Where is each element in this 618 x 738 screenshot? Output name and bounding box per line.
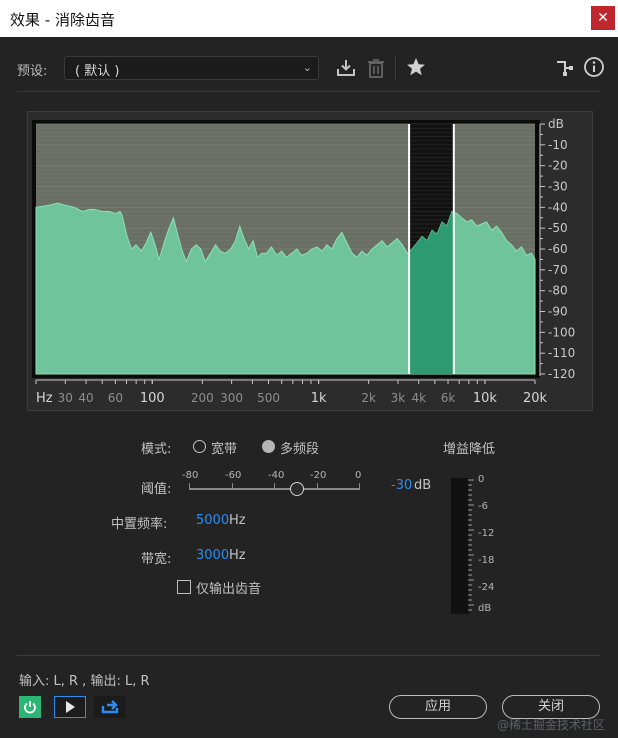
delete-preset-trash-icon[interactable] [366,57,386,79]
title-bar: 效果 - 消除齿音 ✕ [0,0,618,37]
freq-tick-label: 1k [311,391,327,406]
db-tick-label: -40 [548,200,568,214]
play-icon [66,701,75,713]
save-preset-download-icon[interactable] [335,57,357,79]
freq-tick-label: 300 [220,391,243,405]
output-sibilance-only-checkbox[interactable] [177,580,191,594]
close-window-button[interactable]: ✕ [591,6,615,30]
preset-label: 预设: [17,64,48,79]
window-title: 效果 - 消除齿音 [10,11,115,29]
mode-option-wideband-label[interactable]: 宽带 [211,438,237,457]
freq-tick-label: 60 [108,391,123,405]
freq-tick-label: 20k [523,391,548,406]
mode-radio-multiband[interactable] [262,440,275,453]
preset-row: 预设: ( 默认 ) ⌄ [0,50,618,86]
gain-reduction-scale-5: dB [478,603,492,614]
bandwidth-unit: Hz [229,548,246,563]
spectrum-svg: dB -10 -20 -30 -40 -50 -60 -70 -80 -90 -100 -110 -12… [32,117,575,406]
db-tick-label: -10 [548,138,568,152]
spectrum-graph[interactable]: dB -10 -20 -30 -40 -50 -60 -70 -80 -90 -100 -110 -12… [27,111,593,411]
gain-reduction-scale-4: -24 [478,582,495,593]
gain-reduction-label: 增益降低 [443,442,496,457]
threshold-scale-4: 0 [355,470,362,481]
freq-tick-label: 6k [441,391,456,405]
gain-reduction-scale-1: -6 [478,501,488,512]
power-icon [24,701,36,714]
freq-tick-label: 10k [473,391,498,406]
bandwidth-label: 带宽: [141,552,172,567]
favorite-star-icon[interactable] [405,56,427,78]
routing-icon[interactable] [554,57,574,79]
db-tick-label: -100 [548,325,575,339]
db-tick-label: -20 [548,159,568,173]
mode-label: 模式: [141,442,172,457]
header-divider [17,91,601,92]
power-toggle-button[interactable] [19,696,41,718]
freq-tick-label: 30 [58,391,73,405]
freq-tick-label: 3k [391,391,406,405]
info-icon[interactable] [583,56,605,78]
gain-reduction-meter [451,478,469,614]
freq-tick-label: Hz [36,391,53,406]
db-tick-label: -70 [548,263,568,277]
apply-button[interactable]: 应用 [389,695,487,719]
db-tick-label: -110 [548,346,575,360]
toolbar-divider [395,56,396,80]
gain-reduction-scale-3: -18 [478,555,495,566]
loop-toggle-button[interactable] [94,696,126,718]
output-sibilance-only-label[interactable]: 仅输出齿音 [196,578,261,597]
freq-tick-label: 200 [191,391,214,405]
threshold-slider-track[interactable] [189,488,360,490]
close-icon: ✕ [597,10,609,26]
chevron-down-icon: ⌄ [302,61,312,74]
center-frequency-unit: Hz [229,513,246,528]
watermark: @稀土掘金技术社区 [497,718,606,732]
center-frequency-value[interactable]: 5000 [196,513,229,528]
io-routing-text: 输入: L, R , 输出: L, R [19,674,150,689]
center-frequency-label: 中置频率: [111,517,168,532]
preset-value: ( 默认 ) [75,64,120,79]
loop-icon [101,700,119,714]
gain-reduction-scale-2: -12 [478,528,495,539]
mode-radio-wideband[interactable] [193,440,206,453]
preset-dropdown[interactable]: ( 默认 ) ⌄ [64,56,319,80]
freq-tick-label: 4k [411,391,426,405]
db-tick-label: -60 [548,242,568,256]
threshold-scale-2: -40 [268,470,285,481]
db-tick-label: -80 [548,284,568,298]
preview-play-button[interactable] [54,696,86,718]
db-tick-label: dB [548,117,564,131]
threshold-scale-0: -80 [182,470,199,481]
threshold-scale-1: -60 [225,470,242,481]
freq-tick-label: 40 [78,391,93,405]
threshold-value[interactable]: -30 [391,478,412,493]
threshold-label: 阈值: [141,482,172,497]
footer-divider [17,655,601,656]
db-tick-label: -90 [548,305,568,319]
freq-tick-label: 500 [257,391,280,405]
freq-tick-label: 2k [361,391,376,405]
threshold-slider-thumb[interactable] [289,482,304,496]
gain-reduction-meter-ticks [468,479,474,611]
db-tick-label: -120 [548,367,575,381]
bandwidth-value[interactable]: 3000 [196,548,229,563]
threshold-scale-3: -20 [310,470,327,481]
db-tick-label: -30 [548,180,568,194]
mode-option-multiband-label[interactable]: 多频段 [280,438,319,457]
db-tick-label: -50 [548,221,568,235]
threshold-unit: dB [414,478,432,493]
freq-tick-label: 100 [140,391,165,406]
gain-reduction-scale-0: 0 [478,474,485,485]
